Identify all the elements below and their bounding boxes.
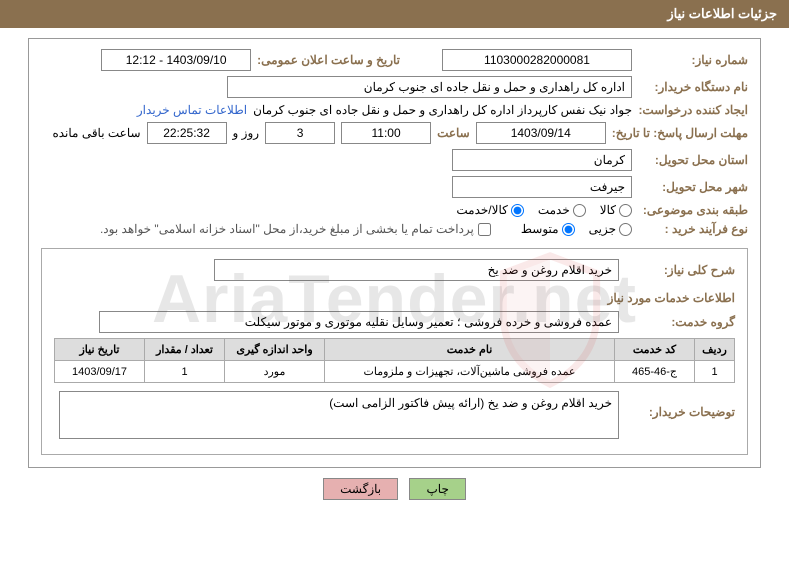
radio-khadamat-input[interactable] [573, 204, 586, 217]
th-name: نام خدمت [325, 339, 615, 361]
td-name: عمده فروشی ماشین‌آلات، تجهیزات و ملزومات [325, 361, 615, 383]
radio-kala-khadmat[interactable]: کالا/خدمت [456, 203, 523, 217]
th-row: ردیف [695, 339, 735, 361]
radio-kala[interactable]: کالا [600, 203, 632, 217]
td-qty: 1 [145, 361, 225, 383]
back-button[interactable]: بازگشت [323, 478, 398, 500]
button-row: چاپ بازگشت [0, 478, 789, 500]
radio-khadamat-label: خدمت [538, 203, 570, 217]
requester-value: جواد نیک نفس کارپرداز اداره کل راهداری و… [253, 103, 632, 117]
buyer-notes-box: خرید اقلام روغن و ضد یخ (ارائه پیش فاکتو… [59, 391, 619, 439]
td-code: ج-46-465 [615, 361, 695, 383]
payment-note-checkbox-input[interactable] [478, 223, 491, 236]
city-value: جیرفت [452, 176, 632, 198]
services-subframe: شرح کلی نیاز: خرید اقلام روغن و ضد یخ اط… [41, 248, 748, 455]
radio-kala-khadmat-input[interactable] [511, 204, 524, 217]
page-title: جزئیات اطلاعات نیاز [667, 6, 777, 21]
deadline-time-value: 11:00 [341, 122, 431, 144]
requester-label: ایجاد کننده درخواست: [638, 103, 748, 117]
radio-kala-khadmat-label: کالا/خدمت [456, 203, 507, 217]
th-code: کد خدمت [615, 339, 695, 361]
payment-note-text: پرداخت تمام یا بخشی از مبلغ خرید،از محل … [100, 222, 474, 236]
countdown-value: 22:25:32 [147, 122, 227, 144]
need-number-label: شماره نیاز: [638, 53, 748, 67]
print-button[interactable]: چاپ [409, 478, 465, 500]
category-radio-group: کالا خدمت کالا/خدمت [456, 203, 632, 217]
category-label: طبقه بندی موضوعی: [638, 203, 748, 217]
th-date: تاریخ نیاز [55, 339, 145, 361]
payment-note-checkbox[interactable]: پرداخت تمام یا بخشی از مبلغ خرید،از محل … [100, 222, 491, 236]
radio-partial-label: جزیی [589, 222, 616, 236]
service-group-value: عمده فروشی و خرده فروشی ؛ تعمیر وسایل نق… [99, 311, 619, 333]
radio-partial-input[interactable] [619, 223, 632, 236]
countdown-label: ساعت باقی مانده [52, 126, 140, 140]
buyer-org-label: نام دستگاه خریدار: [638, 80, 748, 94]
service-table: ردیف کد خدمت نام خدمت واحد اندازه گیری ت… [54, 338, 735, 383]
deadline-date-value: 1403/09/14 [476, 122, 606, 144]
need-number-value: 1103000282000081 [442, 49, 632, 71]
province-value: کرمان [452, 149, 632, 171]
buyer-contact-link[interactable]: اطلاعات تماس خریدار [137, 103, 247, 117]
td-date: 1403/09/17 [55, 361, 145, 383]
city-label: شهر محل تحویل: [638, 180, 748, 194]
table-row: 1 ج-46-465 عمده فروشی ماشین‌آلات، تجهیزا… [55, 361, 735, 383]
main-details-frame: شماره نیاز: 1103000282000081 تاریخ و ساع… [28, 38, 761, 468]
th-unit: واحد اندازه گیری [225, 339, 325, 361]
days-and-label: روز و [233, 126, 260, 140]
td-unit: مورد [225, 361, 325, 383]
process-label: نوع فرآیند خرید : [638, 222, 748, 236]
radio-khadamat[interactable]: خدمت [538, 203, 586, 217]
desc-label: شرح کلی نیاز: [625, 263, 735, 277]
radio-medium-label: متوسط [521, 222, 559, 236]
th-qty: تعداد / مقدار [145, 339, 225, 361]
buyer-notes-label: توضیحات خریدار: [625, 391, 735, 419]
radio-medium[interactable]: متوسط [521, 222, 575, 236]
process-radio-group: جزیی متوسط [521, 222, 632, 236]
td-row: 1 [695, 361, 735, 383]
radio-medium-input[interactable] [562, 223, 575, 236]
deadline-label: مهلت ارسال پاسخ: تا تاریخ: [612, 126, 748, 140]
radio-kala-input[interactable] [619, 204, 632, 217]
desc-value: خرید اقلام روغن و ضد یخ [214, 259, 619, 281]
page-header: جزئیات اطلاعات نیاز [0, 0, 789, 28]
buyer-org-value: اداره کل راهداری و حمل و نقل جاده ای جنو… [227, 76, 632, 98]
province-label: استان محل تحویل: [638, 153, 748, 167]
deadline-time-label: ساعت [437, 126, 470, 140]
radio-partial[interactable]: جزیی [589, 222, 632, 236]
services-section-title: اطلاعات خدمات مورد نیاز [54, 291, 735, 305]
radio-kala-label: کالا [600, 203, 616, 217]
announce-label: تاریخ و ساعت اعلان عمومی: [257, 53, 400, 67]
announce-value: 1403/09/10 - 12:12 [101, 49, 251, 71]
service-group-label: گروه خدمت: [625, 315, 735, 329]
days-remaining-value: 3 [265, 122, 335, 144]
table-header-row: ردیف کد خدمت نام خدمت واحد اندازه گیری ت… [55, 339, 735, 361]
